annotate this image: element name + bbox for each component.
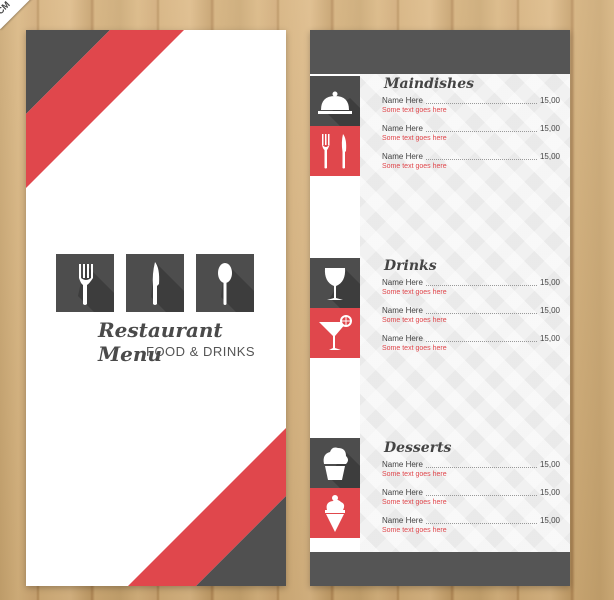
- section-title: Desserts: [384, 440, 452, 456]
- bottom-bar: [310, 552, 570, 586]
- desserts-icon-tile: [310, 438, 360, 488]
- item-name: Name Here: [382, 278, 423, 287]
- top-bar: [310, 30, 570, 74]
- section-desserts: Desserts Name Here 15,00 Some text goes h…: [382, 440, 562, 544]
- section-title: Drinks: [384, 258, 437, 274]
- item-desc: Some text goes here: [382, 107, 447, 114]
- cover-subtitle: FOOD & DRINKS: [146, 344, 256, 359]
- wine-glass-icon: [324, 268, 360, 308]
- item-name: Name Here: [382, 516, 423, 525]
- menu-item: Name Here 15,00 Some text goes here: [382, 96, 562, 124]
- item-price: 15,00: [539, 516, 560, 525]
- menu-cover-panel: Restaurant Menu FOOD & DRINKS: [26, 30, 286, 586]
- item-price: 15,00: [539, 278, 560, 287]
- item-desc: Some text goes here: [382, 345, 447, 352]
- cover-icon-row: [56, 254, 254, 312]
- item-price: 15,00: [539, 96, 560, 105]
- menu-item: Name Here 15,00 Some text goes here: [382, 488, 562, 516]
- menu-item: Name Here 15,00 Some text goes here: [382, 334, 562, 362]
- item-price: 15,00: [539, 460, 560, 469]
- menu-item: Name Here 15,00 Some text goes here: [382, 152, 562, 180]
- menu-item: Name Here 15,00 Some text goes here: [382, 460, 562, 488]
- item-desc: Some text goes here: [382, 471, 447, 478]
- menu-item: Name Here 15,00 Some text goes here: [382, 306, 562, 334]
- section-title: Maindishes: [384, 76, 475, 92]
- maindishes-icon-tile: [310, 76, 360, 126]
- menu-item: Name Here 15,00 Some text goes here: [382, 124, 562, 152]
- fork-knife-icon: [322, 134, 347, 169]
- ice-cream-icon: [325, 495, 345, 532]
- drinks-red-tile: [310, 308, 360, 358]
- menu-list-panel: Maindishes Name Here 15,00 Some text goes…: [310, 30, 570, 586]
- item-desc: Some text goes here: [382, 289, 447, 296]
- item-name: Name Here: [382, 334, 423, 343]
- section-maindishes: Maindishes Name Here 15,00 Some text goes…: [382, 76, 562, 180]
- section-drinks: Drinks Name Here 15,00 Some text goes her…: [382, 258, 562, 362]
- fork-icon: [78, 264, 114, 312]
- item-price: 15,00: [539, 124, 560, 133]
- cloche-icon: [318, 91, 360, 126]
- spoon-icon: [218, 262, 254, 312]
- item-price: 15,00: [539, 334, 560, 343]
- item-name: Name Here: [382, 96, 423, 105]
- cocktail-icon: [319, 315, 352, 350]
- maindishes-red-tile: [310, 126, 360, 176]
- knife-tile: [126, 254, 184, 312]
- item-name: Name Here: [382, 152, 423, 161]
- item-name: Name Here: [382, 306, 423, 315]
- item-name: Name Here: [382, 488, 423, 497]
- cupcake-icon: [323, 447, 360, 488]
- spoon-tile: [196, 254, 254, 312]
- item-desc: Some text goes here: [382, 527, 447, 534]
- menu-item: Name Here 15,00 Some text goes here: [382, 516, 562, 544]
- knife-icon: [151, 262, 184, 312]
- desserts-red-tile: [310, 488, 360, 538]
- item-desc: Some text goes here: [382, 499, 447, 506]
- item-price: 15,00: [539, 306, 560, 315]
- item-name: Name Here: [382, 124, 423, 133]
- item-desc: Some text goes here: [382, 135, 447, 142]
- fork-tile: [56, 254, 114, 312]
- item-desc: Some text goes here: [382, 317, 447, 324]
- corner-tag-text: CM: [0, 0, 12, 17]
- item-desc: Some text goes here: [382, 163, 447, 170]
- menu-item: Name Here 15,00 Some text goes here: [382, 278, 562, 306]
- item-price: 15,00: [539, 152, 560, 161]
- item-price: 15,00: [539, 488, 560, 497]
- drinks-icon-tile: [310, 258, 360, 308]
- item-name: Name Here: [382, 460, 423, 469]
